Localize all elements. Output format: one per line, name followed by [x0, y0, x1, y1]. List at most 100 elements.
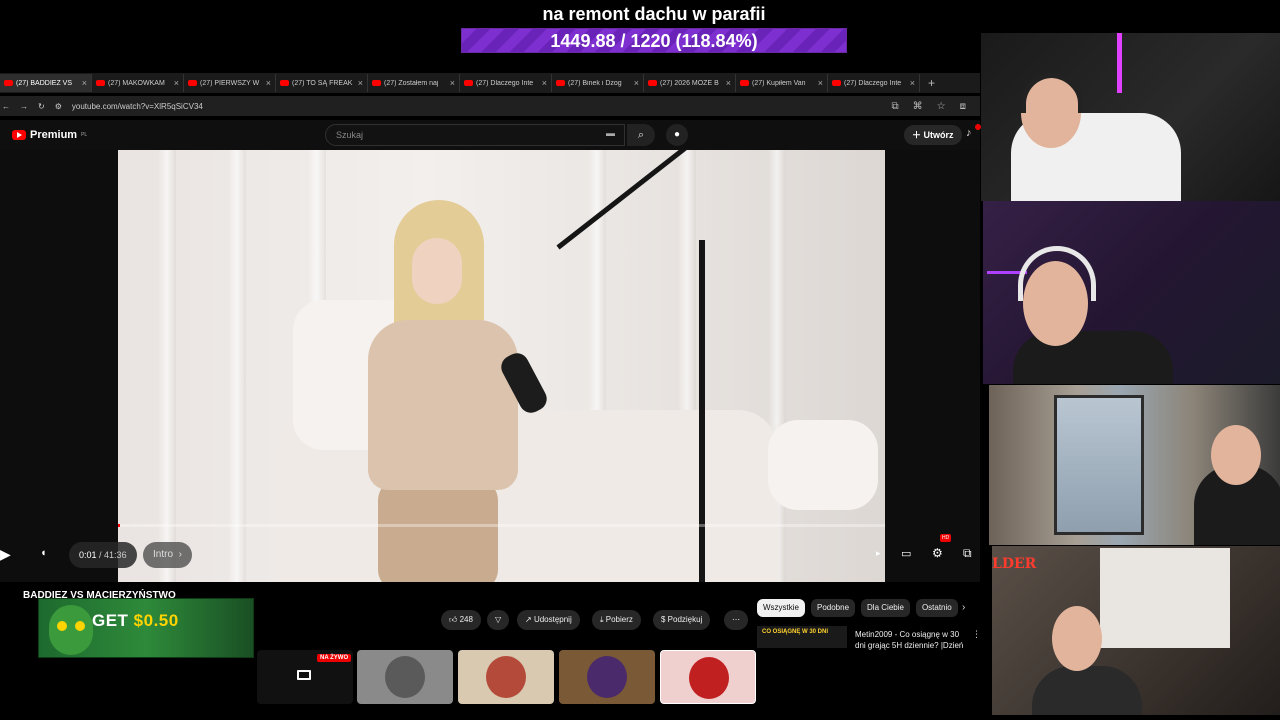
close-tab-icon[interactable]: ×	[82, 78, 87, 88]
tab-label: (27) Dlaczego Inte	[476, 79, 534, 87]
webcam-1	[981, 33, 1280, 201]
seek-bar[interactable]	[118, 524, 885, 527]
time-display: 0:01 / 41:36	[69, 542, 137, 568]
promo-amount: $0.50	[133, 611, 179, 630]
close-tab-icon[interactable]: ×	[266, 78, 271, 88]
site-settings-icon[interactable]: ⚙	[55, 102, 62, 111]
channel-logo-icon	[689, 657, 729, 699]
like-button[interactable]: 👍︎ 248	[441, 610, 481, 630]
browser-tab[interactable]: (27) TO SĄ FREAK ×	[276, 74, 368, 92]
chip-1[interactable]: Podobne	[811, 599, 856, 617]
browser-tab[interactable]: (27) Kupiłem Van ×	[736, 74, 828, 92]
new-tab-icon[interactable]: +	[928, 76, 935, 90]
video-player[interactable]: ▶ ◖ 0:01 / 41:36 Intro › ▸ ▭ ⚙ HD ⧉	[0, 150, 980, 582]
url-text[interactable]: youtube.com/watch?v=XlR5qSiCV34	[72, 102, 203, 111]
youtube-favicon-icon	[464, 80, 473, 86]
chevron-right-icon[interactable]: ›	[962, 602, 965, 613]
car-icon	[385, 656, 425, 698]
youtube-favicon-icon	[740, 80, 749, 86]
voice-search-icon[interactable]: ●	[666, 124, 688, 146]
subtitles-icon[interactable]: ▭	[901, 547, 911, 560]
notifications-bell-icon[interactable]: ♪	[966, 127, 972, 139]
taskbar-item-live[interactable]: NA ŻYWO	[257, 650, 353, 704]
tab-label: (27) 2026 MOŻE B	[660, 79, 719, 87]
close-tab-icon[interactable]: ×	[358, 78, 363, 88]
close-tab-icon[interactable]: ×	[818, 78, 823, 88]
youtube-favicon-icon	[96, 80, 105, 86]
browser-tab[interactable]: (27) Dlaczego Inte ×	[828, 74, 920, 92]
tab-label: (27) BADDIEZ VS	[16, 79, 73, 87]
create-button[interactable]: ＋ Utwórz	[904, 125, 962, 145]
close-tab-icon[interactable]: ×	[634, 78, 639, 88]
chapter-button[interactable]: Intro ›	[143, 542, 192, 568]
youtube-favicon-icon	[648, 80, 657, 86]
extensions-icon[interactable]: ⧈	[960, 101, 966, 112]
tab-label: (27) MAKOWKAM	[108, 79, 165, 87]
rec-more-icon[interactable]: ⋮	[972, 629, 981, 640]
keyboard-icon[interactable]: ▬	[606, 128, 615, 138]
taskbar-item-logo[interactable]	[660, 650, 756, 704]
browser-tab[interactable]: (27) Zostałem naj ×	[368, 74, 460, 92]
close-tab-icon[interactable]: ×	[542, 78, 547, 88]
browser-tab[interactable]: (27) Binek i Dzog ×	[552, 74, 644, 92]
tab-label: (27) Zostałem naj	[384, 79, 439, 87]
face-icon	[587, 656, 627, 698]
chip-0[interactable]: Wszystkie	[757, 599, 805, 617]
browser-tab[interactable]: (27) PIERWSZY W ×	[184, 74, 276, 92]
thanks-button[interactable]: $ Podziękuj	[653, 610, 711, 630]
rec-thumbnail[interactable]: CO OSIĄGNĘ W 30 DNI	[757, 626, 847, 648]
install-icon[interactable]: ⧉	[892, 101, 899, 112]
goal-title: na remont dachu w parafii	[542, 4, 766, 24]
taskbar-item-avatar[interactable]	[458, 650, 554, 704]
close-tab-icon[interactable]: ×	[450, 78, 455, 88]
tab-label: (27) Kupiłem Van	[752, 79, 806, 87]
taskbar-item-car[interactable]	[357, 650, 453, 704]
close-tab-icon[interactable]: ×	[174, 78, 179, 88]
taskbar-item-face[interactable]	[559, 650, 655, 704]
browser-tab[interactable]: (27) BADDIEZ VS ×	[0, 74, 92, 92]
reload-icon[interactable]: ↻	[38, 102, 45, 111]
tab-label: (27) TO SĄ FREAK	[292, 79, 353, 87]
chip-2[interactable]: Dla Ciebie	[861, 599, 910, 617]
volume-icon[interactable]: ◖	[40, 547, 47, 559]
autoplay-toggle-icon[interactable]: ▸	[876, 548, 881, 559]
promo-text: GET	[92, 611, 134, 630]
search-input[interactable]: Szukaj	[325, 124, 625, 146]
avatar-icon	[486, 656, 526, 698]
settings-gear-icon[interactable]: ⚙	[932, 546, 943, 560]
browser-tabstrip: (27) BADDIEZ VS × (27) MAKOWKAM × (27) PIERW…	[0, 73, 980, 93]
download-button[interactable]: ⤓ Pobierz	[592, 610, 641, 630]
recommendation-chips: Wszystkie Podobne Dla Ciebie Ostatnio	[757, 599, 958, 617]
dislike-button[interactable]: ▽	[487, 610, 510, 630]
bookmark-star-icon[interactable]: ☆	[937, 101, 946, 112]
close-tab-icon[interactable]: ×	[726, 78, 731, 88]
webcam-2	[983, 201, 1280, 384]
taskbar: NA ŻYWO	[257, 648, 757, 706]
tab-label: (27) Binek i Dzog	[568, 79, 622, 87]
share-button[interactable]: ↗ Udostępnij	[517, 610, 580, 630]
video-frame[interactable]	[118, 150, 885, 582]
youtube-favicon-icon	[832, 80, 841, 86]
chip-3[interactable]: Ostatnio	[915, 599, 958, 617]
more-actions-button[interactable]: ⋯	[724, 610, 748, 630]
search-button[interactable]: ⌕	[627, 124, 655, 146]
browser-tab[interactable]: (27) 2026 MOŻE B ×	[644, 74, 736, 92]
tab-label: (27) Dlaczego Inte	[844, 79, 902, 87]
back-icon[interactable]: ←	[2, 102, 10, 111]
close-tab-icon[interactable]: ×	[910, 78, 915, 88]
miniplayer-icon[interactable]: ⧉	[963, 546, 972, 561]
monitor-icon	[297, 670, 311, 680]
translate-icon[interactable]: ⌘	[913, 101, 923, 112]
forward-icon[interactable]: →	[20, 102, 28, 111]
mic-stand	[699, 240, 705, 582]
stream-overlay: na remont dachu w parafii 1449.88 / 1220…	[0, 0, 1280, 720]
dislike-icon: ▽	[495, 615, 502, 624]
webcam-4: LDER	[992, 546, 1280, 715]
youtube-premium-logo[interactable]: Premium PL	[12, 129, 87, 141]
hd-badge: HD	[940, 534, 952, 542]
tab-label: (27) PIERWSZY W	[200, 79, 260, 87]
rec-title[interactable]: Metin2009 - Co osiągnę w 30 dni grając 5…	[855, 629, 965, 651]
browser-tab[interactable]: (27) MAKOWKAM ×	[92, 74, 184, 92]
play-icon[interactable]: ▶	[0, 546, 11, 563]
browser-tab[interactable]: (27) Dlaczego Inte ×	[460, 74, 552, 92]
